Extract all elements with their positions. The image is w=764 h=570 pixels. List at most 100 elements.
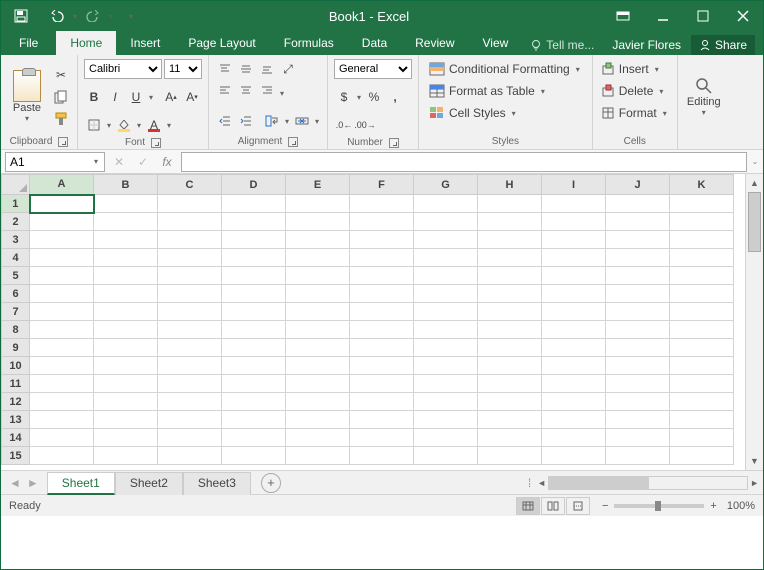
- wrap-dropdown[interactable]: ▾: [283, 111, 291, 131]
- cell-styles-button[interactable]: Cell Styles▾: [425, 103, 586, 123]
- sheet-tab[interactable]: Sheet3: [183, 472, 251, 495]
- cell[interactable]: [286, 411, 350, 429]
- underline-button[interactable]: U: [126, 87, 146, 107]
- cell[interactable]: [414, 447, 478, 465]
- column-header[interactable]: D: [222, 175, 286, 195]
- cell[interactable]: [158, 231, 222, 249]
- sheet-tab[interactable]: Sheet1: [47, 472, 115, 495]
- cell[interactable]: [286, 393, 350, 411]
- cell[interactable]: [350, 357, 414, 375]
- cell[interactable]: [158, 447, 222, 465]
- redo-icon[interactable]: [81, 4, 105, 28]
- cell[interactable]: [94, 357, 158, 375]
- cell[interactable]: [158, 357, 222, 375]
- cell[interactable]: [542, 411, 606, 429]
- cell[interactable]: [94, 447, 158, 465]
- cell[interactable]: [158, 339, 222, 357]
- horizontal-scroll-thumb[interactable]: [549, 477, 649, 489]
- cell[interactable]: [158, 267, 222, 285]
- align-bottom-icon[interactable]: [257, 59, 277, 79]
- cell[interactable]: [94, 213, 158, 231]
- column-header[interactable]: H: [478, 175, 542, 195]
- cell[interactable]: [670, 357, 734, 375]
- cell[interactable]: [542, 213, 606, 231]
- cell[interactable]: [414, 321, 478, 339]
- cell[interactable]: [30, 213, 94, 231]
- cell[interactable]: [414, 411, 478, 429]
- row-header[interactable]: 12: [2, 393, 30, 411]
- cell[interactable]: [606, 411, 670, 429]
- new-sheet-button[interactable]: +: [261, 473, 281, 493]
- cell[interactable]: [670, 393, 734, 411]
- cell[interactable]: [286, 195, 350, 213]
- save-icon[interactable]: [9, 4, 33, 28]
- borders-icon[interactable]: [84, 115, 104, 135]
- fill-color-dropdown[interactable]: ▾: [135, 115, 143, 135]
- cell[interactable]: [606, 447, 670, 465]
- cell[interactable]: [542, 303, 606, 321]
- cell[interactable]: [670, 321, 734, 339]
- cell[interactable]: [670, 231, 734, 249]
- tell-me-search[interactable]: Tell me...: [522, 38, 602, 52]
- tab-page-layout[interactable]: Page Layout: [174, 31, 269, 55]
- format-cells-button[interactable]: Format▾: [599, 103, 671, 123]
- tab-insert[interactable]: Insert: [116, 31, 174, 55]
- horizontal-scrollbar[interactable]: [548, 476, 748, 490]
- row-header[interactable]: 3: [2, 231, 30, 249]
- row-header[interactable]: 10: [2, 357, 30, 375]
- cell[interactable]: [606, 375, 670, 393]
- row-header[interactable]: 1: [2, 195, 30, 213]
- cell[interactable]: [478, 231, 542, 249]
- cell[interactable]: [542, 393, 606, 411]
- align-left-icon[interactable]: [215, 80, 235, 100]
- cell[interactable]: [30, 339, 94, 357]
- tab-data[interactable]: Data: [348, 31, 401, 55]
- accounting-icon[interactable]: $: [334, 87, 354, 107]
- cell[interactable]: [222, 447, 286, 465]
- cell[interactable]: [30, 447, 94, 465]
- cell[interactable]: [350, 321, 414, 339]
- cell[interactable]: [350, 267, 414, 285]
- user-name[interactable]: Javier Flores: [606, 38, 687, 52]
- cell[interactable]: [670, 195, 734, 213]
- column-header[interactable]: G: [414, 175, 478, 195]
- cell[interactable]: [606, 285, 670, 303]
- close-icon[interactable]: [723, 1, 763, 31]
- cell[interactable]: [158, 213, 222, 231]
- wrap-text-icon[interactable]: [262, 111, 282, 131]
- cell[interactable]: [542, 447, 606, 465]
- cell[interactable]: [222, 195, 286, 213]
- row-header[interactable]: 8: [2, 321, 30, 339]
- cell[interactable]: [222, 321, 286, 339]
- clipboard-launcher[interactable]: [58, 137, 68, 147]
- cell[interactable]: [286, 357, 350, 375]
- cell[interactable]: [350, 231, 414, 249]
- row-header[interactable]: 14: [2, 429, 30, 447]
- cell[interactable]: [94, 321, 158, 339]
- cell[interactable]: [350, 195, 414, 213]
- cell[interactable]: [222, 285, 286, 303]
- grid-table[interactable]: ABCDEFGHIJK123456789101112131415: [1, 174, 734, 465]
- decrease-font-icon[interactable]: A▾: [182, 87, 202, 107]
- cell[interactable]: [478, 429, 542, 447]
- zoom-in-icon[interactable]: +: [710, 500, 716, 512]
- row-header[interactable]: 5: [2, 267, 30, 285]
- cell[interactable]: [606, 195, 670, 213]
- ribbon-display-icon[interactable]: [603, 1, 643, 31]
- font-color-icon[interactable]: A: [144, 115, 164, 135]
- maximize-icon[interactable]: [683, 1, 723, 31]
- redo-dropdown-icon[interactable]: ▾: [107, 4, 115, 28]
- cell[interactable]: [286, 447, 350, 465]
- cell[interactable]: [30, 393, 94, 411]
- cell[interactable]: [478, 411, 542, 429]
- cell[interactable]: [158, 321, 222, 339]
- cell[interactable]: [670, 285, 734, 303]
- column-header[interactable]: F: [350, 175, 414, 195]
- cell[interactable]: [30, 249, 94, 267]
- font-launcher[interactable]: [151, 138, 161, 148]
- copy-icon[interactable]: [51, 88, 71, 106]
- cell[interactable]: [478, 213, 542, 231]
- column-header[interactable]: J: [606, 175, 670, 195]
- cell[interactable]: [94, 249, 158, 267]
- column-header[interactable]: B: [94, 175, 158, 195]
